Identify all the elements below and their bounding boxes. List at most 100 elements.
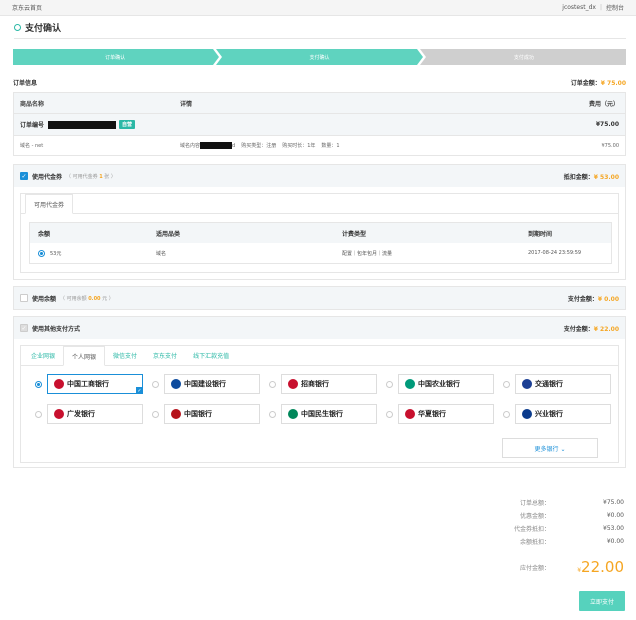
bank-option[interactable]: 招商银行 — [269, 374, 386, 394]
user-name[interactable]: jcostest_dx — [562, 4, 596, 11]
self-operated-badge: 自营 — [119, 120, 136, 129]
redacted-order-number — [48, 120, 117, 129]
bank-card-cmb[interactable]: 招商银行 — [281, 374, 377, 394]
bank-radio[interactable] — [269, 380, 276, 388]
order-table: 商品名称 详情 费用（元） 订单编号 自营 ¥75.00 域名 - net 域名… — [13, 92, 626, 156]
item-detail: 域名内容 d 购买类型：注册 购买时长：1年 数量：1 — [180, 142, 340, 149]
bank-option[interactable]: 中国民生银行 — [269, 404, 386, 424]
step-payment-confirm: 支付确认 — [309, 54, 330, 61]
col-detail: 详情 — [180, 100, 193, 108]
order-total: 订单金额：¥ 75.00 — [570, 79, 626, 87]
bank-option[interactable]: 交通银行 — [503, 374, 620, 394]
summary-row: 代金券抵扣： ¥53.00 — [513, 525, 624, 533]
console-link[interactable]: 控制台 — [606, 3, 624, 12]
cmb-logo-icon — [288, 379, 298, 389]
step-payment-success: 支付成功 — [513, 54, 534, 61]
selected-check-icon: ✓ — [136, 387, 143, 394]
coupon-header: ✓ 使用代金券 （ 可用代金券 1 张 ） 抵扣金额：¥ 53.00 — [14, 165, 625, 187]
other-payment-section: ✓ 使用其他支付方式 支付金额：¥ 22.00 企业网银 个人网银 微信支付 京… — [13, 316, 626, 468]
bank-radio[interactable] — [35, 410, 42, 418]
cmbc-logo-icon — [288, 409, 298, 419]
item-name: 域名 - net — [20, 143, 44, 149]
top-bar: 京东云首页 jcostest_dx | 控制台 — [0, 0, 636, 16]
order-item-row: 域名 - net 域名内容 d 购买类型：注册 购买时长：1年 数量：1 ¥75.… — [14, 135, 625, 155]
coupon-deduct: 抵扣金额：¥ 53.00 — [563, 173, 619, 181]
bank-option[interactable]: 中国建设银行 — [152, 374, 269, 394]
bank-option[interactable]: 广发银行 — [35, 404, 152, 424]
page-title-text: 支付确认 — [25, 23, 62, 34]
bank-option[interactable]: 中国工商银行 ✓ — [35, 374, 152, 394]
pay-now-button[interactable]: 立即支付 — [579, 591, 625, 611]
summary-row: 优惠金额： ¥0.00 — [519, 512, 624, 520]
other-payment-checkbox[interactable]: ✓ — [20, 324, 28, 332]
col-product-name: 商品名称 — [20, 100, 45, 108]
bocom-logo-icon — [522, 379, 532, 389]
bank-card-cmbc[interactable]: 中国民生银行 — [281, 404, 377, 424]
balance-header: 使用余额 （ 可用余额 0.00 元 ） 支付金额：¥ 0.00 — [14, 287, 625, 309]
payment-methods-panel: 企业网银 个人网银 微信支付 京东支付 线下汇款充值 中国工商银行 ✓ 中国建设银… — [20, 345, 619, 463]
bank-card-ccb[interactable]: 中国建设银行 — [164, 374, 260, 394]
boc-logo-icon — [171, 409, 181, 419]
abc-logo-icon — [405, 379, 415, 389]
balance-checkbox[interactable] — [20, 294, 28, 302]
bank-option[interactable]: 华夏银行 — [386, 404, 503, 424]
balance-pay: 支付金额：¥ 0.00 — [567, 295, 619, 303]
tab-offline-remittance[interactable]: 线下汇款充值 — [185, 345, 237, 365]
coupon-hint: （ 可用代金券 1 张 ） — [66, 173, 116, 180]
bank-option[interactable]: 中国银行 — [152, 404, 269, 424]
bank-radio[interactable] — [269, 410, 276, 418]
more-banks-button[interactable]: 更多银行 ⌄ — [502, 438, 598, 458]
tab-personal-bank[interactable]: 个人网银 — [63, 346, 106, 366]
tab-available-coupons[interactable]: 可用代金券 — [25, 194, 74, 214]
coupon-tabs: 可用代金券 — [21, 194, 618, 214]
coupon-checkbox[interactable]: ✓ — [20, 172, 28, 180]
tab-corporate-bank[interactable]: 企业网银 — [23, 345, 63, 365]
ccb-logo-icon — [171, 379, 181, 389]
bank-radio[interactable] — [152, 410, 159, 418]
home-link[interactable]: 京东云首页 — [12, 3, 42, 12]
tab-jd-pay[interactable]: 京东支付 — [145, 345, 185, 365]
bank-card-abc[interactable]: 中国农业银行 — [398, 374, 494, 394]
topbar-right: jcostest_dx | 控制台 — [562, 3, 624, 12]
tab-wechat-pay[interactable]: 微信支付 — [105, 345, 145, 365]
circle-icon — [14, 23, 21, 31]
other-payment-header: ✓ 使用其他支付方式 支付金额：¥ 22.00 — [14, 317, 625, 339]
order-table-header: 商品名称 详情 费用（元） — [14, 93, 625, 113]
item-price: ¥75.00 — [601, 142, 620, 149]
bank-option[interactable]: 中国农业银行 — [386, 374, 503, 394]
bank-card-cib[interactable]: 兴业银行 — [515, 404, 611, 424]
amount-due-value: ¥22.00 — [577, 558, 624, 576]
icbc-logo-icon — [54, 379, 64, 389]
bank-list: 中国工商银行 ✓ 中国建设银行 招商银行 中国农业银行 交通银行 广发银行 中国银… — [21, 366, 618, 424]
coupon-section: ✓ 使用代金券 （ 可用代金券 1 张 ） 抵扣金额：¥ 53.00 可用代金券… — [13, 164, 626, 280]
order-number-label: 订单编号 — [20, 122, 45, 129]
bank-option[interactable]: 兴业银行 — [503, 404, 620, 424]
col-fee: 费用（元） — [588, 100, 619, 108]
cib-logo-icon — [522, 409, 532, 419]
order-subtotal: ¥75.00 — [595, 121, 619, 128]
progress-steps: 订单确认 支付确认 支付成功 — [13, 49, 626, 65]
bank-card-hxb[interactable]: 华夏银行 — [398, 404, 494, 424]
other-payment-pay: 支付金额：¥ 22.00 — [563, 325, 619, 333]
bank-radio[interactable] — [386, 410, 393, 418]
hxb-logo-icon — [405, 409, 415, 419]
page-title: 支付确认 — [0, 16, 636, 38]
coupon-table-header: 余额 适用品类 计费类型 到期时间 — [30, 223, 611, 243]
bank-radio[interactable] — [152, 380, 159, 388]
order-info-title: 订单信息 — [13, 79, 38, 87]
topbar-separator: | — [599, 4, 602, 11]
bank-radio[interactable] — [35, 380, 42, 388]
bank-radio[interactable] — [503, 410, 510, 418]
bank-card-boc[interactable]: 中国银行 — [164, 404, 260, 424]
coupon-row[interactable]: 53元 域名 配置｜包年包月｜流量 2017-08-24 23:59:59 — [30, 243, 611, 263]
order-info-header: 订单信息 订单金额：¥ 75.00 — [13, 75, 626, 89]
bank-card-bocom[interactable]: 交通银行 — [515, 374, 611, 394]
step-order-confirm: 订单确认 — [105, 54, 126, 61]
bank-radio[interactable] — [503, 380, 510, 388]
payment-summary: 订单总额： ¥75.00 优惠金额： ¥0.00 代金券抵扣： ¥53.00 余额抵扣… — [494, 496, 624, 580]
bank-radio[interactable] — [386, 380, 393, 388]
coupon-radio[interactable] — [38, 249, 45, 257]
summary-row: 余额抵扣： ¥0.00 — [519, 538, 624, 546]
bank-card-icbc[interactable]: 中国工商银行 ✓ — [47, 374, 143, 394]
bank-card-cgb[interactable]: 广发银行 — [47, 404, 143, 424]
